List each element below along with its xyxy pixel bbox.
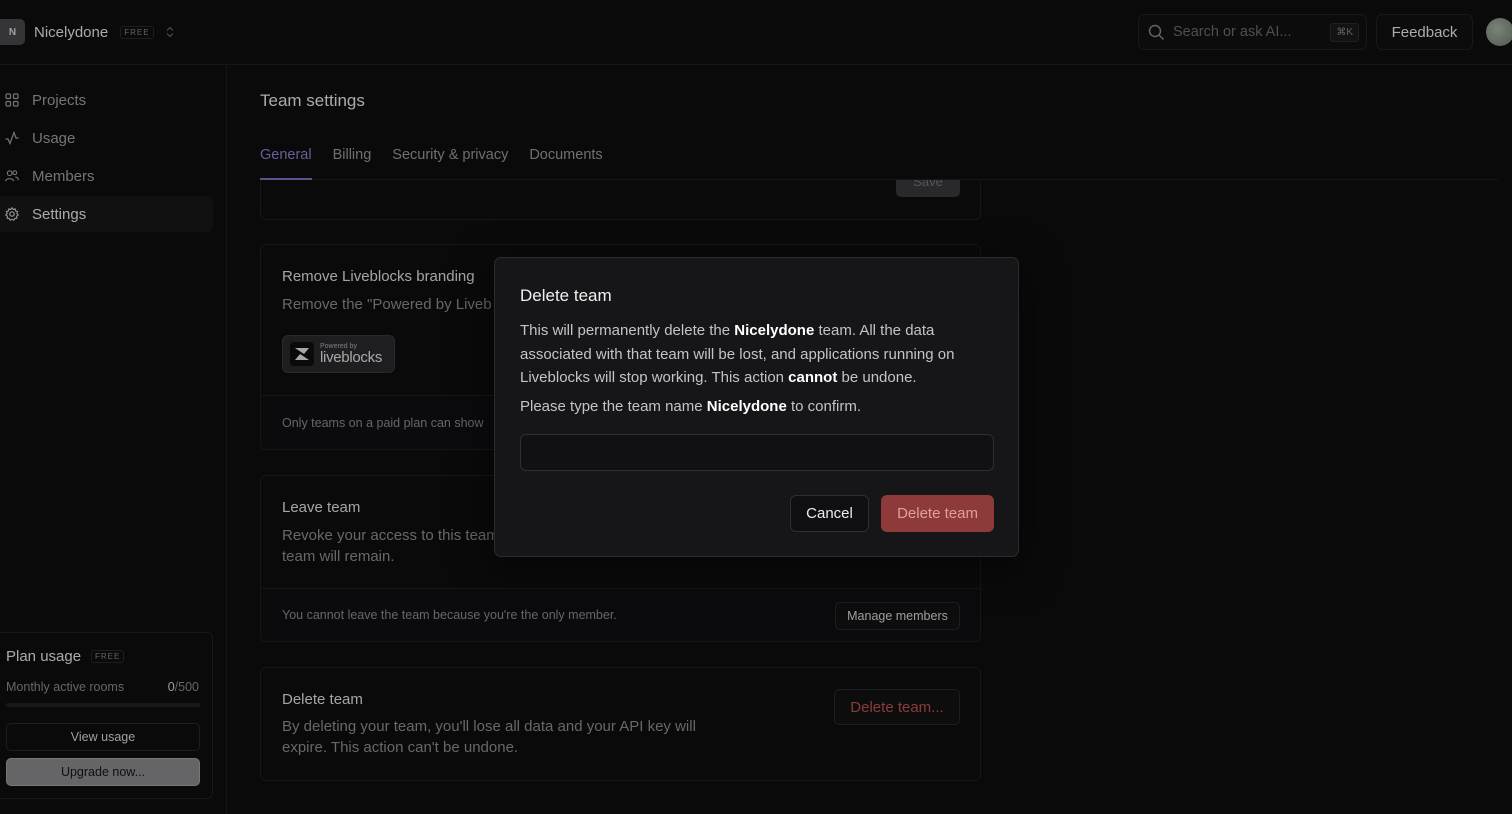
cancel-button[interactable]: Cancel [790,495,869,532]
dialog-body: This will permanently delete the Nicelyd… [520,322,955,386]
confirm-delete-team-button[interactable]: Delete team [881,495,994,532]
dialog-title: Delete team [520,286,612,305]
dialog-confirm-instruction: Please type the team name Nicelydone to … [520,398,861,415]
team-name-confirm-input[interactable] [520,434,994,471]
delete-team-dialog: Delete team This will permanently delete… [494,257,1019,557]
